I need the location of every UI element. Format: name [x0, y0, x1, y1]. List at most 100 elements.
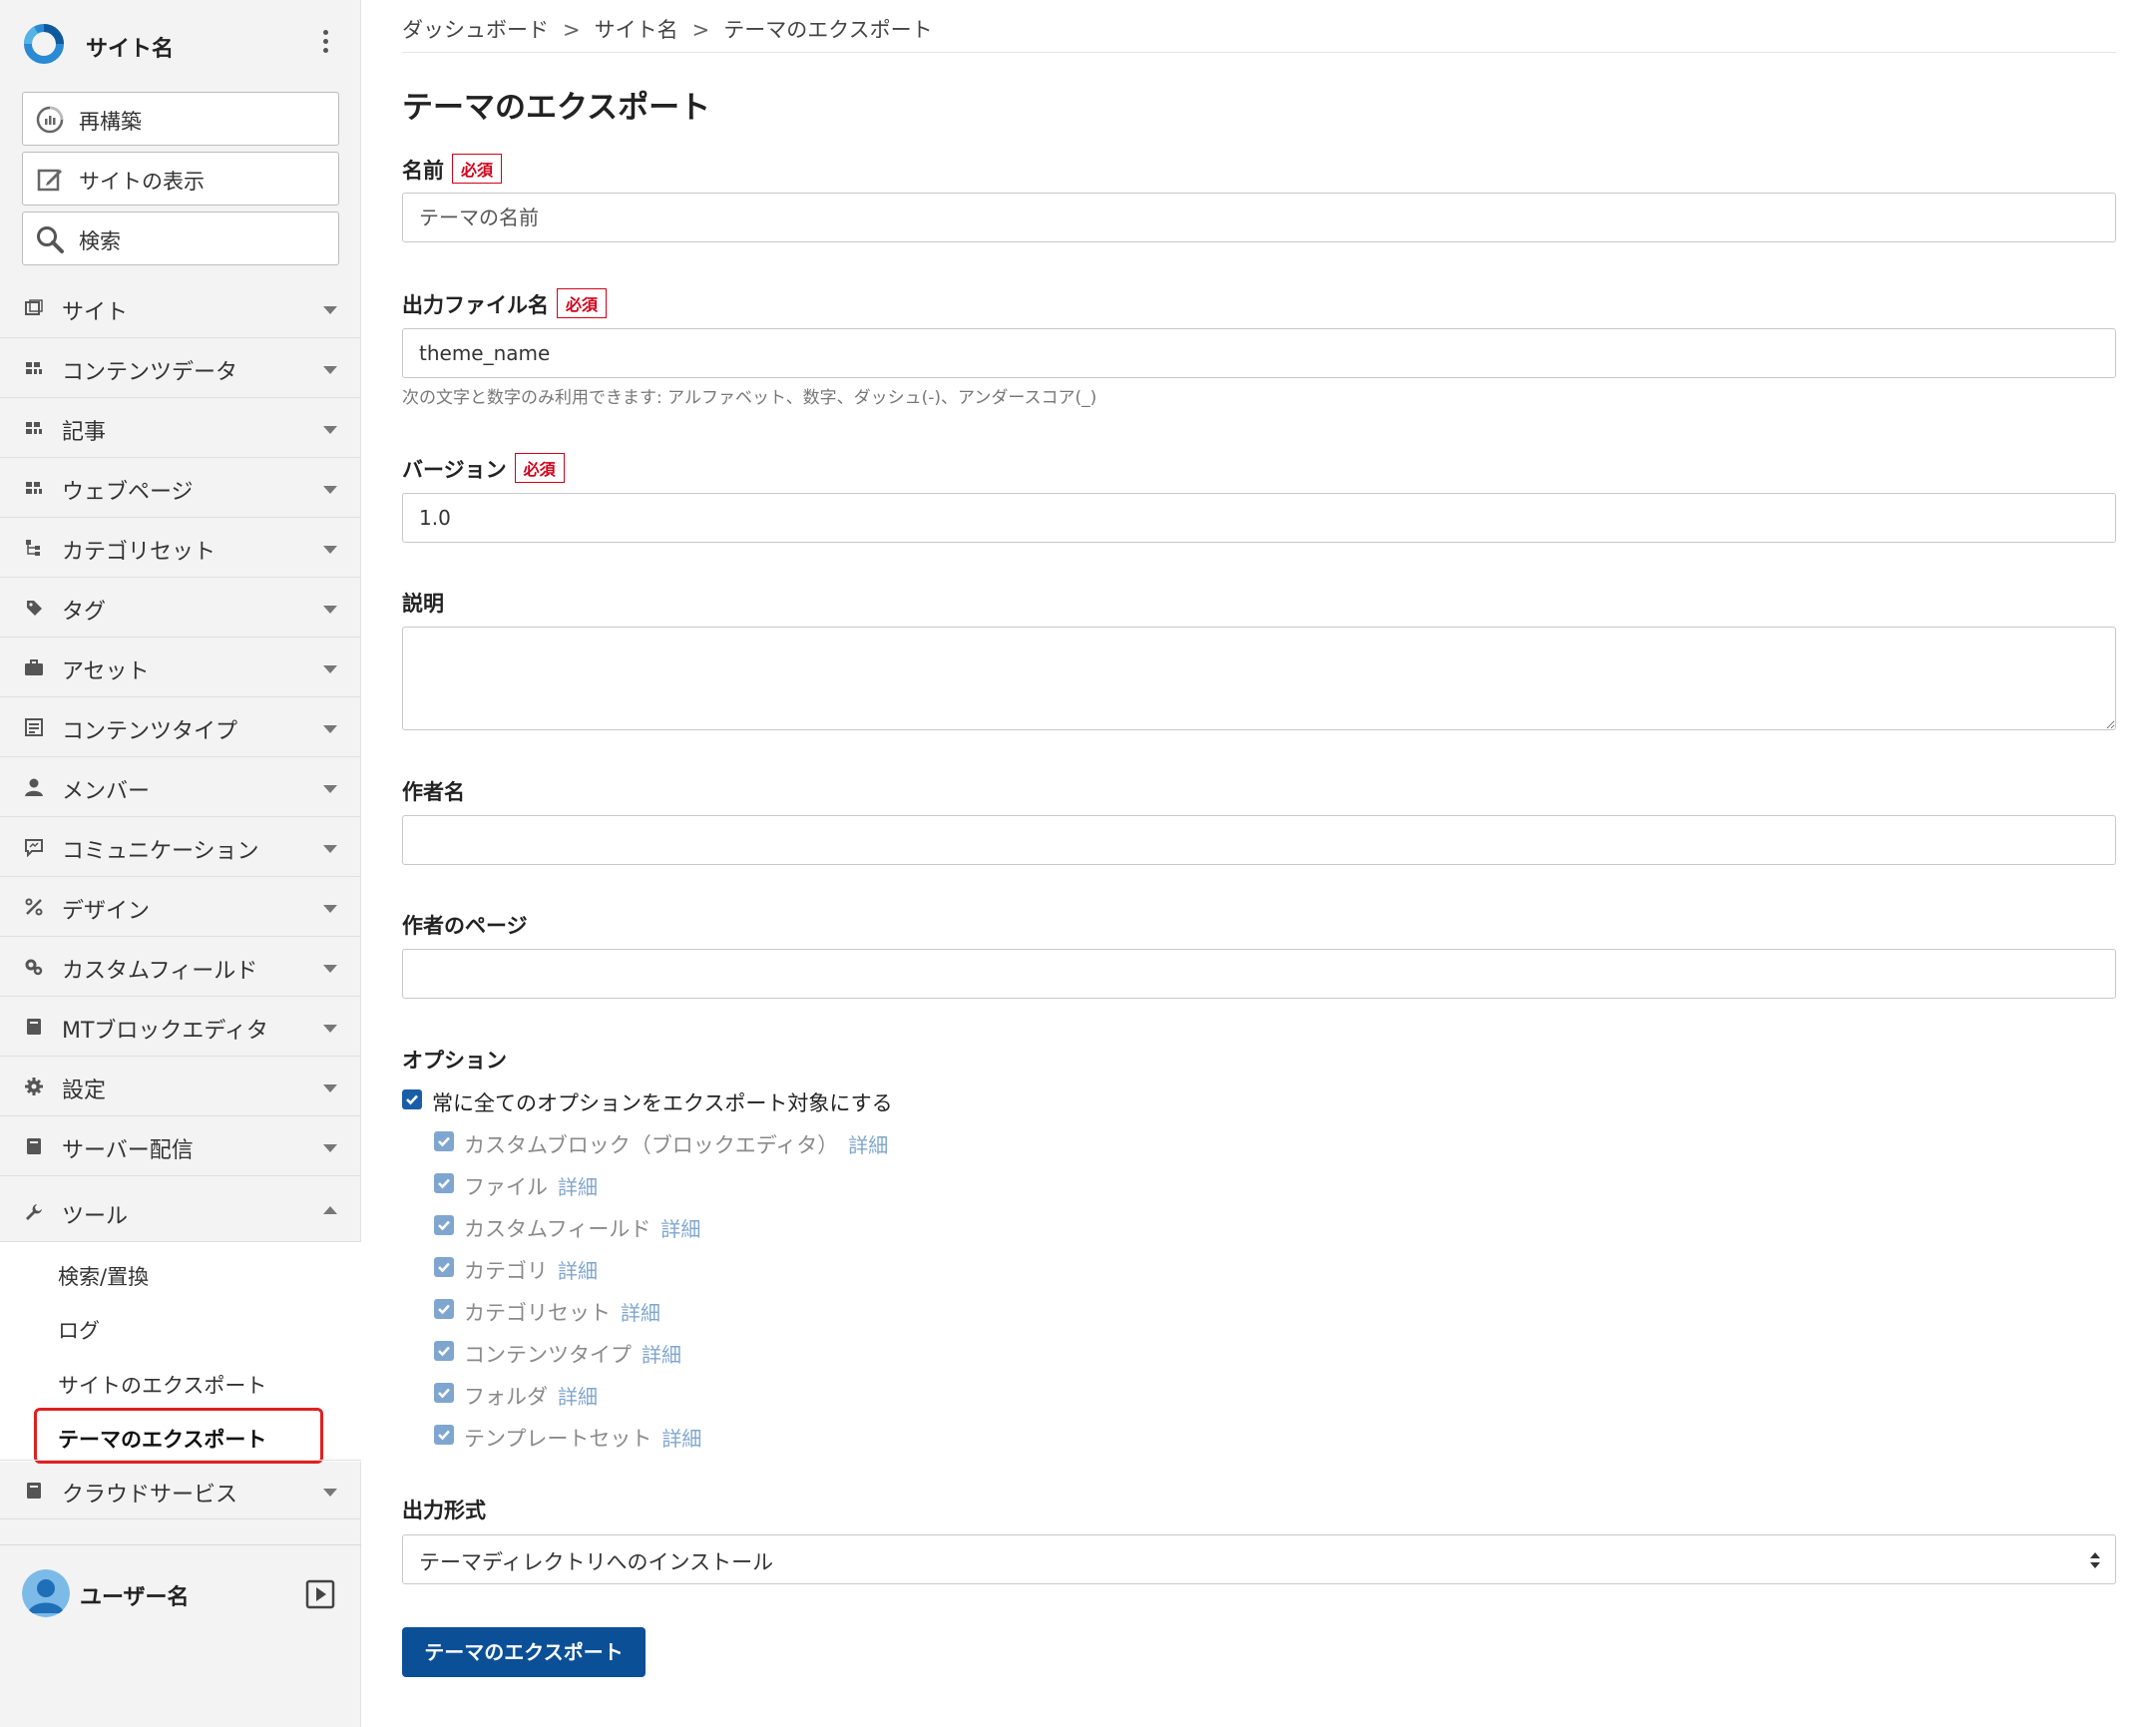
- active-item-highlight: [34, 1408, 323, 1464]
- custom-field-icon: [25, 959, 43, 976]
- detail-link[interactable]: 詳細: [558, 1175, 598, 1199]
- entry-icon: [26, 422, 42, 434]
- nav-member[interactable]: メンバー: [0, 757, 361, 817]
- nav-design[interactable]: デザイン: [0, 877, 361, 937]
- nav-block-editor[interactable]: MTブロックエディタ: [0, 997, 361, 1057]
- nav-custom-field[interactable]: カスタムフィールド: [0, 937, 361, 997]
- options-label: オプション: [402, 1049, 507, 1073]
- nav-asset[interactable]: アセット: [0, 638, 361, 697]
- asset-icon: [25, 659, 43, 675]
- rebuild-button[interactable]: 再構築: [22, 92, 339, 146]
- sub-log[interactable]: ログ: [58, 1315, 100, 1345]
- nav-member-label: メンバー: [62, 779, 151, 804]
- breadcrumb-divider: [402, 52, 2116, 53]
- checkbox-category[interactable]: [434, 1257, 454, 1277]
- chevron-up-icon: [323, 1206, 337, 1214]
- chevron-down-icon: [323, 426, 337, 434]
- main-content: ダッシュボード > サイト名 > テーマのエクスポート テーマのエクスポート 名前 必須 …: [402, 0, 2118, 1727]
- checkbox-template-set[interactable]: [434, 1425, 454, 1445]
- nav-design-label: デザイン: [62, 899, 151, 924]
- check-icon: [438, 1178, 450, 1189]
- sub-search-replace[interactable]: 検索/置換: [58, 1261, 149, 1291]
- author-page-label: 作者のページ: [402, 914, 528, 938]
- detail-link[interactable]: 詳細: [621, 1301, 660, 1325]
- chevron-down-icon: [323, 1025, 337, 1033]
- detail-link[interactable]: 詳細: [558, 1385, 598, 1409]
- check-icon: [438, 1262, 450, 1273]
- version-label: バージョン 必須: [402, 453, 565, 484]
- required-badge: 必須: [452, 154, 503, 184]
- search-button[interactable]: 検索: [22, 212, 339, 265]
- content-data-icon: [26, 362, 42, 374]
- user-name[interactable]: ユーザー名: [80, 1579, 190, 1611]
- detail-link[interactable]: 詳細: [660, 1217, 700, 1241]
- nav-category-set[interactable]: カテゴリセット: [0, 518, 361, 578]
- description-textarea[interactable]: [402, 627, 2116, 730]
- settings-icon: [25, 1078, 43, 1095]
- detail-link[interactable]: 詳細: [848, 1133, 888, 1157]
- nav-entry[interactable]: 記事: [0, 398, 361, 458]
- user-area: ユーザー名: [0, 1544, 361, 1635]
- avatar[interactable]: [22, 1569, 70, 1617]
- required-badge: 必須: [557, 288, 608, 318]
- edit-icon: [37, 169, 62, 192]
- sidebar: サイト名 再構築 サイトの表示 検索 サイト コンテンツデータ 記事 ウェブペー…: [0, 0, 361, 1727]
- chevron-down-icon: [323, 1144, 337, 1152]
- nav-settings-label: 設定: [62, 1079, 107, 1103]
- chevron-down-icon: [323, 486, 337, 494]
- option-all-label: 常に全てのオプションをエクスポート対象にする: [432, 1091, 893, 1115]
- sub-site-export[interactable]: サイトのエクスポート: [58, 1370, 266, 1400]
- nav-tools[interactable]: ツール: [0, 1182, 361, 1242]
- checkbox-content-type[interactable]: [434, 1341, 454, 1361]
- check-icon: [438, 1430, 450, 1441]
- check-icon: [438, 1136, 450, 1147]
- checkbox-folder[interactable]: [434, 1383, 454, 1403]
- checkbox-custom-field[interactable]: [434, 1215, 454, 1235]
- filename-input[interactable]: [402, 328, 2116, 378]
- author-input[interactable]: [402, 815, 2116, 865]
- nav-category-set-label: カテゴリセット: [62, 540, 216, 565]
- nav-site[interactable]: サイト: [0, 278, 361, 338]
- export-theme-button[interactable]: テーマのエクスポート: [402, 1627, 646, 1677]
- nav-settings[interactable]: 設定: [0, 1057, 361, 1116]
- nav-content-data[interactable]: コンテンツデータ: [0, 338, 361, 398]
- breadcrumb-site[interactable]: サイト名: [595, 18, 678, 42]
- breadcrumb-dashboard[interactable]: ダッシュボード: [402, 18, 549, 42]
- site-name[interactable]: サイト名: [86, 31, 174, 63]
- option-item-label: カテゴリ: [464, 1259, 548, 1283]
- nav-server-sync[interactable]: サーバー配信: [0, 1116, 361, 1176]
- option-item-label: カスタムフィールド: [464, 1217, 651, 1241]
- author-page-input[interactable]: [402, 949, 2116, 999]
- communication-icon: [25, 839, 43, 857]
- breadcrumb-current: テーマのエクスポート: [723, 18, 933, 42]
- checkbox-category-set[interactable]: [434, 1299, 454, 1319]
- nav-site-label: サイト: [62, 300, 129, 325]
- nav-content-type[interactable]: コンテンツタイプ: [0, 697, 361, 757]
- chevron-down-icon: [323, 606, 337, 614]
- nav-communication[interactable]: コミュニケーション: [0, 817, 361, 877]
- view-site-button[interactable]: サイトの表示: [22, 152, 339, 206]
- play-square-icon[interactable]: [305, 1579, 335, 1609]
- search-icon: [37, 226, 64, 253]
- theme-name-input[interactable]: [402, 193, 2116, 242]
- output-format-select[interactable]: テーマディレクトリへのインストール: [402, 1534, 2116, 1584]
- nav-cloud-service[interactable]: クラウドサービス: [0, 1460, 361, 1519]
- detail-link[interactable]: 詳細: [558, 1259, 598, 1283]
- nav-asset-label: アセット: [62, 659, 150, 684]
- option-item-label: コンテンツタイプ: [464, 1343, 632, 1367]
- detail-link[interactable]: 詳細: [661, 1427, 701, 1451]
- filename-hint: 次の文字と数字のみ利用できます: アルファベット、数字、ダッシュ(-)、アンダー…: [402, 388, 1097, 408]
- chevron-down-icon: [323, 965, 337, 973]
- checkbox-custom-block[interactable]: [434, 1131, 454, 1151]
- detail-link[interactable]: 詳細: [642, 1343, 681, 1367]
- checkbox-file[interactable]: [434, 1173, 454, 1193]
- nav-entry-label: 記事: [62, 420, 107, 445]
- version-input[interactable]: [402, 493, 2116, 543]
- chevron-down-icon: [323, 665, 337, 673]
- more-vertical-icon[interactable]: [313, 26, 337, 62]
- nav-content-data-label: コンテンツデータ: [62, 360, 238, 385]
- nav-tag[interactable]: タグ: [0, 578, 361, 638]
- check-icon: [438, 1220, 450, 1231]
- checkbox-all[interactable]: [402, 1089, 422, 1109]
- nav-webpage[interactable]: ウェブページ: [0, 458, 361, 518]
